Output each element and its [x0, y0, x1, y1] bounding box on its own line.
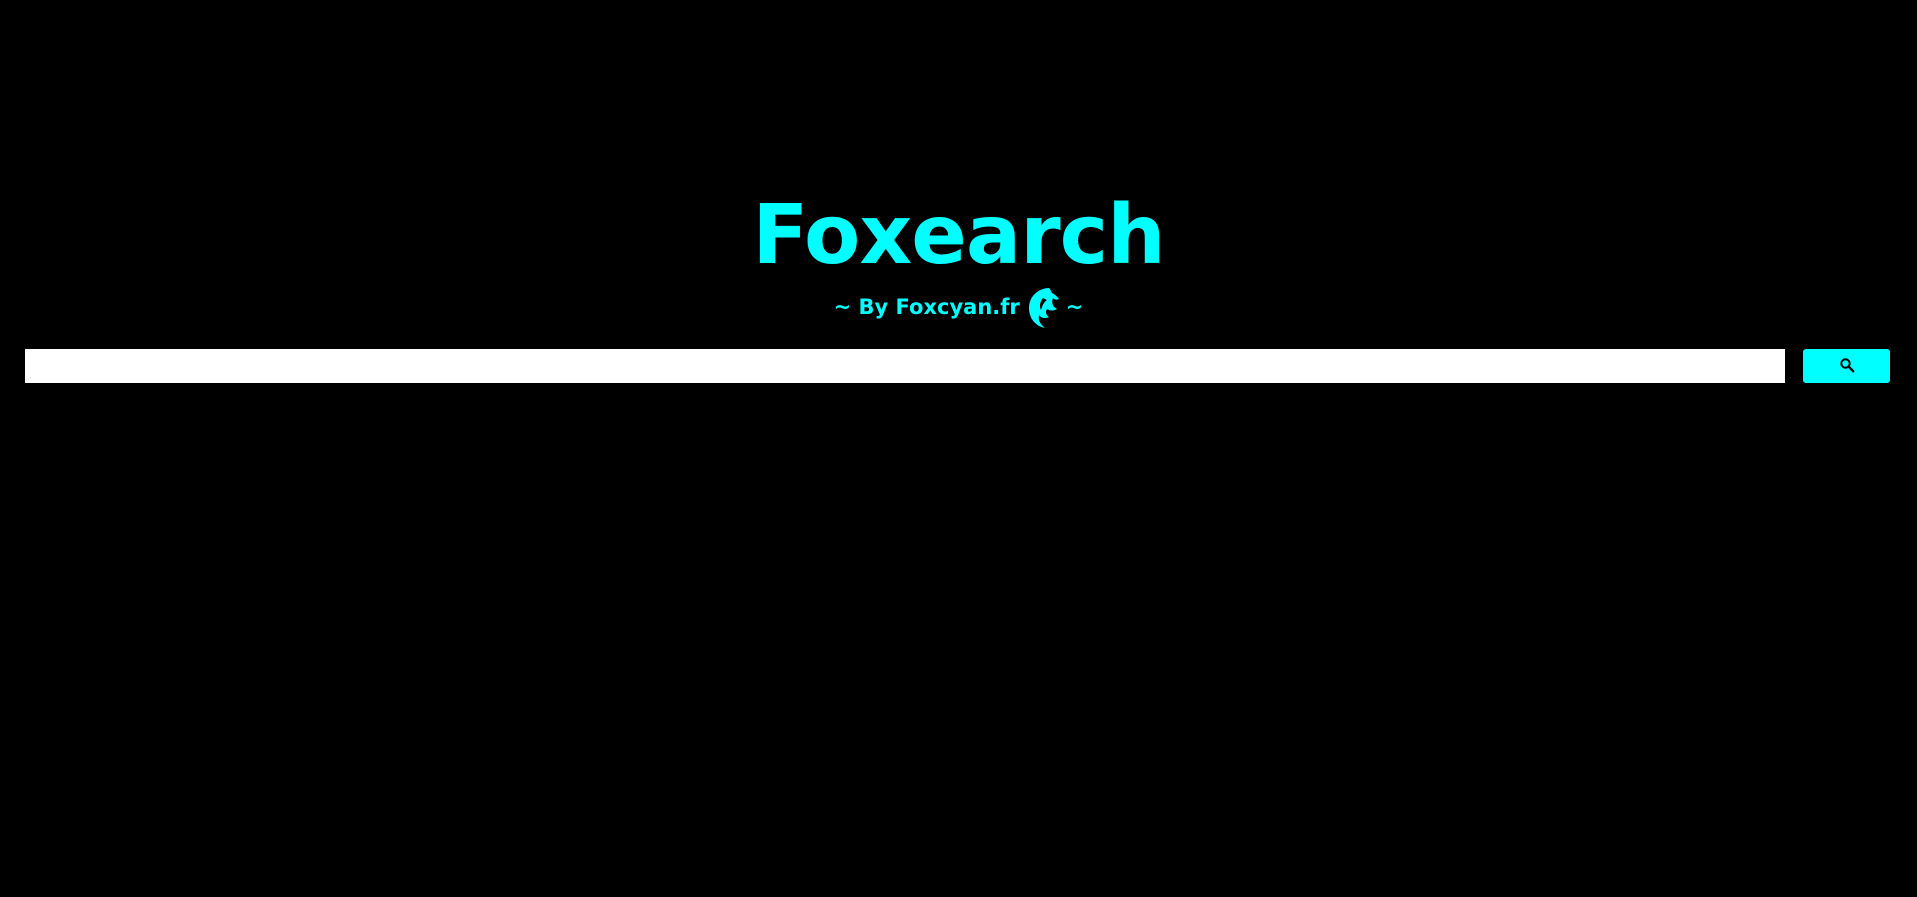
search-icon	[1839, 357, 1855, 376]
fox-head-icon	[1023, 284, 1063, 330]
search-input[interactable]	[25, 349, 1785, 383]
site-title: Foxearch	[752, 188, 1165, 283]
subtitle-text: ~ By Foxcyan.fr	[833, 295, 1020, 319]
brand-header: Foxearch ~ By Foxcyan.fr ~	[0, 190, 1917, 330]
subtitle-suffix: ~	[1065, 295, 1084, 319]
brand-subtitle: ~ By Foxcyan.fr ~	[833, 284, 1084, 330]
search-bar	[25, 349, 1890, 383]
search-button[interactable]	[1803, 349, 1890, 383]
page: Foxearch ~ By Foxcyan.fr ~	[0, 0, 1917, 897]
